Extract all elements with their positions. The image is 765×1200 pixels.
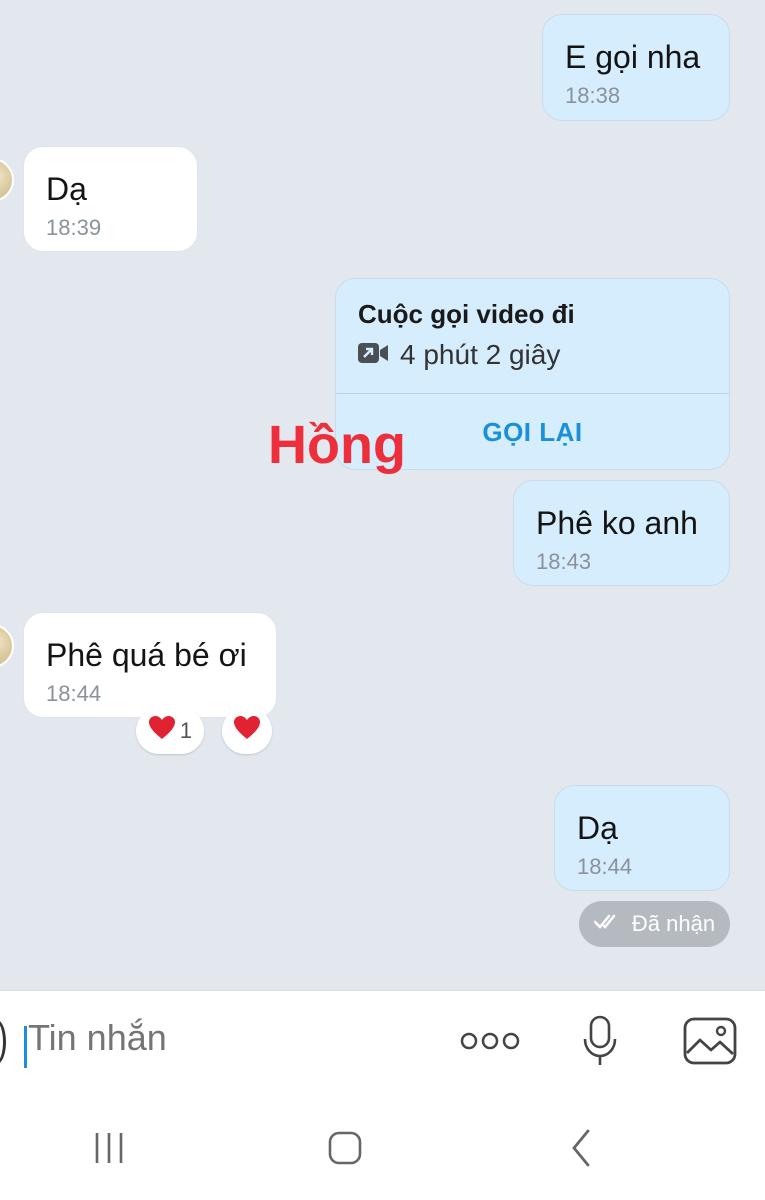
message-time: 18:43 (536, 549, 592, 574)
message-text: Phê quá bé ơi (46, 637, 247, 673)
delivery-status-badge: Đã nhận (579, 901, 730, 947)
message-text: Dạ (46, 171, 87, 207)
call-duration: 4 phút 2 giây (400, 339, 561, 370)
message-text: Dạ (577, 810, 618, 846)
voice-record-button[interactable] (574, 1013, 626, 1073)
message-time: 18:44 (46, 681, 102, 706)
call-title: Cuộc gọi video đi (358, 299, 575, 329)
reaction-count: 1 (179, 718, 193, 743)
message-bubble-incoming[interactable]: Dạ 18:39 (23, 146, 198, 252)
home-button[interactable] (320, 1128, 370, 1172)
heart-icon (233, 715, 261, 747)
message-text: E gọi nha (565, 39, 701, 75)
recent-apps-button[interactable] (84, 1128, 134, 1172)
message-time: 18:44 (577, 854, 633, 879)
contact-avatar[interactable] (0, 624, 14, 668)
double-check-icon (593, 911, 622, 937)
recent-apps-icon (91, 1130, 127, 1171)
message-text: Phê ko anh (536, 505, 698, 541)
message-bubble-outgoing[interactable]: Phê ko anh 18:43 (513, 480, 730, 586)
react-button[interactable] (222, 708, 272, 754)
microphone-icon (582, 1015, 618, 1072)
system-nav-bar (0, 1090, 765, 1200)
heart-icon (148, 715, 176, 747)
message-bubble-outgoing[interactable]: E gọi nha 18:38 (542, 14, 730, 121)
back-chevron-icon (566, 1128, 596, 1173)
more-dots-icon (460, 1031, 520, 1056)
status-text: Đã nhận (631, 911, 716, 936)
call-duration-row: 4 phút 2 giây (358, 339, 560, 371)
back-button[interactable] (556, 1128, 606, 1172)
message-bubble-outgoing[interactable]: Dạ 18:44 (554, 785, 730, 891)
contact-avatar[interactable] (0, 158, 14, 202)
message-composer (0, 990, 765, 1091)
message-time: 18:38 (565, 83, 621, 108)
message-input[interactable] (24, 1013, 428, 1063)
divider (336, 393, 729, 394)
more-options-button[interactable] (458, 1021, 522, 1065)
home-icon (327, 1130, 363, 1171)
video-call-icon (358, 341, 388, 370)
chat-area[interactable]: E gọi nha 18:38 Dạ 18:39 Cuộc gọi video … (0, 0, 765, 990)
text-cursor (24, 1026, 27, 1068)
image-icon (683, 1017, 737, 1070)
message-time: 18:39 (46, 215, 102, 240)
gallery-button[interactable] (680, 1017, 740, 1069)
message-bubble-incoming[interactable]: Phê quá bé ơi 18:44 (23, 612, 277, 718)
reaction-count-badge[interactable]: 1 (136, 708, 204, 754)
watermark-text: Hồng (268, 415, 406, 475)
